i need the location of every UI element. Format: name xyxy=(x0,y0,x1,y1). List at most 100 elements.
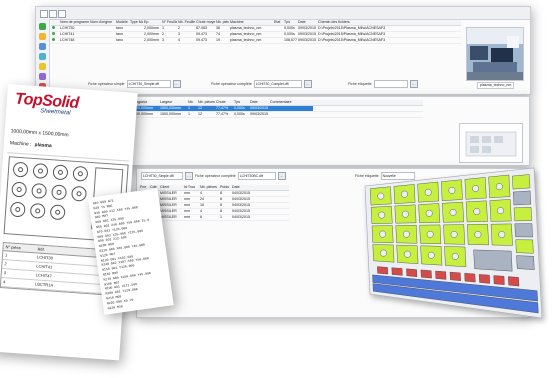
column-header[interactable]: Id Trou xyxy=(183,185,199,190)
browse-icon[interactable]: … xyxy=(303,80,312,88)
operator-sheet-complete-2-input[interactable]: LCHIT30BC.dft xyxy=(237,172,276,180)
operator-sheet-simple-input[interactable]: LCHIT30_Simple.dft xyxy=(126,80,171,88)
operator-sheet-simple-2-input[interactable]: LCHIT30_Simple.dft xyxy=(141,172,183,180)
machine-value: plasma xyxy=(34,142,52,150)
table-cell: tano xyxy=(116,32,123,36)
table-cell: 09/03/2015 xyxy=(249,106,269,111)
column-header[interactable]: Modèle xyxy=(115,20,129,25)
machine-label: Machine : xyxy=(9,140,32,148)
table-cell: 09.473 xyxy=(196,32,207,36)
table-cell: mm xyxy=(184,203,190,207)
column-header[interactable]: Tps xyxy=(283,20,297,25)
add-icon[interactable] xyxy=(39,23,46,30)
table-row[interactable]: 1000,000mm 1500,000mm 1 12 77,47% 0,000s 09/03… xyxy=(123,112,423,118)
table-cell: 8 xyxy=(220,197,222,201)
part-ring xyxy=(11,181,28,198)
operator-sheet-simple-2: LCHIT30_Simple.dft … xyxy=(141,172,193,180)
star-icon[interactable] xyxy=(39,63,46,70)
refresh-icon[interactable] xyxy=(58,10,66,18)
browse-icon[interactable]: … xyxy=(409,80,418,88)
column-header[interactable]: Nb. pièces xyxy=(215,20,229,25)
column-header[interactable]: Nb. pièces xyxy=(199,185,219,190)
print-icon[interactable] xyxy=(39,43,46,50)
table-cell: D:\Projets\2015\Plasma_Mil\s\ACNESAF3 xyxy=(318,32,386,36)
table-cell: D:\Projets\2015\Plasma_Mil\s\ACNESAF3 xyxy=(318,38,386,42)
table-cell: 12 xyxy=(198,112,202,116)
program-table: Nom de programme Nom d'origine Modèle Type … xyxy=(51,20,461,44)
table-cell xyxy=(89,26,115,31)
table-cell xyxy=(269,106,313,111)
part-ring xyxy=(31,182,48,199)
settings-icon[interactable] xyxy=(39,73,46,80)
table-cell: 4 xyxy=(200,209,202,213)
field-label: Fiche opérateur simple xyxy=(88,82,125,86)
table-cell: MISSILER xyxy=(160,191,177,195)
photo-caption: plasma_techno_nm xyxy=(477,82,515,89)
table-row[interactable]: LCHIT48 tano 2,000mm 3 4 09.473 19 plasma_techn… xyxy=(51,38,461,44)
table-cell: mm xyxy=(184,191,190,195)
table-cell: plasma_techno_nm xyxy=(230,32,262,36)
part-list-window: LCHIT30_Simple.dft … Fiche opérateur com… xyxy=(136,168,530,318)
table-cell xyxy=(269,112,313,117)
part-ring xyxy=(51,184,68,201)
sheet-list-window: Longueur Largeur Nb. Nb. pièces Chute Tps Date… xyxy=(120,96,530,166)
machine-photo xyxy=(466,27,524,81)
label-sheet-input[interactable] xyxy=(373,80,408,88)
table-cell: 04/03/2015 xyxy=(232,203,250,207)
topsolid-logo: TopSolid Sheetmetal xyxy=(14,91,79,117)
column-header[interactable]: Client xyxy=(159,185,183,190)
label-sheet-2-input[interactable]: Nouvelle xyxy=(380,172,415,180)
field-label: Fiche étiquette xyxy=(355,174,379,178)
column-header[interactable]: Nb. pièces xyxy=(197,100,215,105)
column-header[interactable]: N° Feuille xyxy=(161,20,177,25)
part-ring xyxy=(72,165,89,182)
table-cell: mm xyxy=(184,215,190,219)
column-header[interactable]: Chute moyen xyxy=(195,20,215,25)
part-ring xyxy=(49,204,66,221)
table-cell: MISSILER xyxy=(160,197,177,201)
operator-sheet-complete-input[interactable]: LCHIT30_Complet.dft xyxy=(253,80,302,88)
browse-icon[interactable]: … xyxy=(172,80,181,88)
column-header[interactable]: Chemin des fichiers xyxy=(317,20,457,25)
status-icon xyxy=(52,38,55,41)
column-header[interactable]: Type Mat. xyxy=(129,20,143,25)
column-header[interactable] xyxy=(51,20,59,25)
column-header[interactable]: Largeur xyxy=(159,100,187,105)
column-header[interactable]: Nb. xyxy=(187,100,197,105)
column-header[interactable]: Date xyxy=(231,185,259,190)
column-header[interactable]: Chute xyxy=(215,100,233,105)
column-header[interactable]: Commentaire xyxy=(269,100,313,105)
edit-icon[interactable] xyxy=(39,33,46,40)
sheet-preview xyxy=(459,123,523,163)
field-label: Fiche opérateur complète xyxy=(195,174,236,178)
label-sheet: Fiche étiquette … xyxy=(348,80,418,88)
operator-sheet-simple: Fiche opérateur simple LCHIT30_Simple.df… xyxy=(88,80,181,88)
column-header[interactable]: Ep. xyxy=(143,20,161,25)
column-header[interactable]: Poids xyxy=(219,185,231,190)
table-cell: 0,000s xyxy=(233,106,249,111)
column-header[interactable]: Machine xyxy=(229,20,273,25)
column-header[interactable]: Date xyxy=(297,20,317,25)
column-header[interactable]: Nom d'origine xyxy=(89,20,115,25)
table-cell: 8 xyxy=(220,191,222,195)
table-cell xyxy=(51,38,59,43)
table-cell: 09/03/2015 xyxy=(250,112,268,116)
table-cell xyxy=(129,26,143,31)
column-header[interactable]: Tps xyxy=(233,100,249,105)
column-header[interactable]: Etat xyxy=(273,20,283,25)
export-icon[interactable] xyxy=(39,53,46,60)
table-cell xyxy=(51,26,59,31)
browse-icon[interactable]: … xyxy=(185,172,193,180)
table-cell xyxy=(89,32,115,37)
table-cell: 77,47% xyxy=(216,112,229,116)
save-icon[interactable] xyxy=(40,10,48,18)
column-header[interactable]: Nom de programme xyxy=(59,20,89,25)
column-header[interactable]: Date xyxy=(249,100,269,105)
operator-sheet-complete: Fiche opérateur complète LCHIT30_Complet… xyxy=(211,80,312,88)
status-icon xyxy=(52,32,55,35)
open-icon[interactable] xyxy=(49,10,57,18)
column-header[interactable]: Nb. Feuilles xyxy=(177,20,195,25)
browse-icon[interactable]: … xyxy=(277,172,286,180)
machine-line: Machine : plasma xyxy=(10,140,52,150)
part-ring xyxy=(71,185,88,202)
